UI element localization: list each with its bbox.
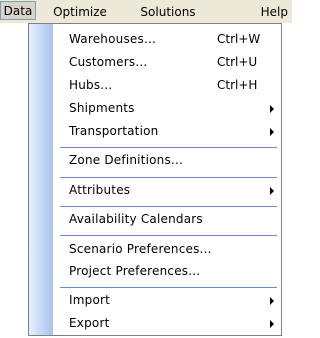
menu-item-label: Customers...	[69, 55, 148, 69]
menu-separator	[60, 147, 277, 148]
menu-item-shortcut: Ctrl+W	[217, 32, 261, 46]
submenu-arrow-icon	[270, 128, 274, 136]
menu-item-transportation[interactable]: Transportation	[53, 120, 281, 143]
menu-item-project-preferences[interactable]: Project Preferences...	[53, 260, 281, 283]
menu-item-import[interactable]: Import	[53, 289, 281, 312]
menu-item-label: Availability Calendars	[69, 212, 203, 226]
menu-item-label: Transportation	[69, 124, 159, 138]
menu-item-export[interactable]: Export	[53, 312, 281, 335]
submenu-arrow-icon	[270, 320, 274, 328]
menu-item-hubs[interactable]: Hubs... Ctrl+H	[53, 74, 281, 97]
menu-data[interactable]: Data	[0, 1, 36, 20]
menu-item-availability-calendars[interactable]: Availability Calendars	[53, 208, 281, 231]
menu-item-attributes[interactable]: Attributes	[53, 179, 281, 202]
menu-help[interactable]: Help	[216, 2, 292, 22]
menu-separator	[60, 235, 277, 236]
menu-item-customers[interactable]: Customers... Ctrl+U	[53, 51, 281, 74]
menu-item-label: Import	[69, 293, 111, 307]
menu-separator	[60, 287, 277, 288]
menu-item-label: Scenario Preferences...	[69, 242, 212, 256]
menu-item-shortcut: Ctrl+H	[217, 78, 258, 92]
menu-item-label: Zone Definitions...	[69, 153, 183, 167]
submenu-arrow-icon	[270, 105, 274, 113]
menu-item-shipments[interactable]: Shipments	[53, 97, 281, 120]
menu-gutter	[29, 24, 53, 335]
menu-item-label: Shipments	[69, 101, 135, 115]
menu-separator	[60, 177, 277, 178]
menu-item-warehouses[interactable]: Warehouses... Ctrl+W	[53, 28, 281, 51]
menu-item-label: Export	[69, 316, 110, 330]
menu-separator	[60, 206, 277, 207]
menu-item-label: Attributes	[69, 183, 131, 197]
menu-item-scenario-preferences[interactable]: Scenario Preferences...	[53, 238, 281, 261]
data-dropdown-menu: Warehouses... Ctrl+W Customers... Ctrl+U…	[28, 23, 282, 336]
submenu-arrow-icon	[270, 297, 274, 305]
menu-item-shortcut: Ctrl+U	[217, 55, 258, 69]
menu-optimize[interactable]: Optimize	[40, 2, 120, 22]
submenu-arrow-icon	[270, 187, 274, 195]
menu-solutions[interactable]: Solutions	[124, 2, 212, 22]
menu-item-label: Hubs...	[69, 78, 113, 92]
menu-item-zone-definitions[interactable]: Zone Definitions...	[53, 149, 281, 172]
menu-bar: Data Optimize Solutions Help	[0, 0, 292, 23]
menu-item-label: Project Preferences...	[69, 264, 201, 278]
menu-item-label: Warehouses...	[69, 32, 156, 46]
